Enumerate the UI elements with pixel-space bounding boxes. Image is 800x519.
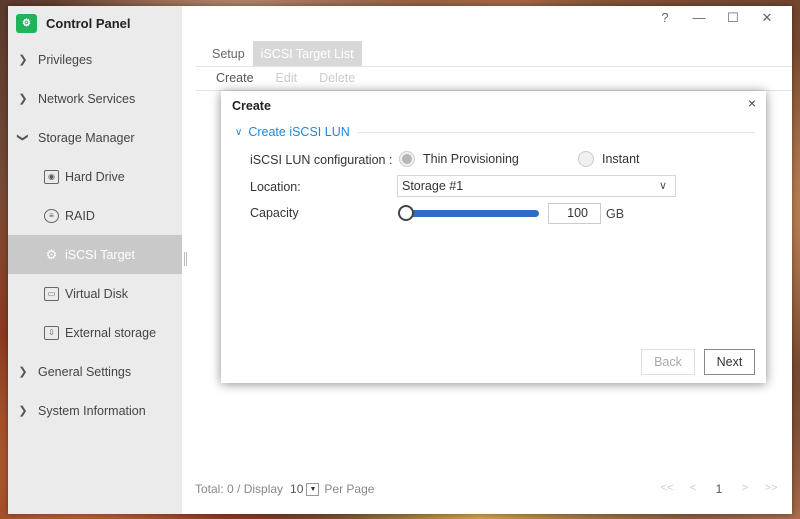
sidebar-item-network-services[interactable]: ❯ Network Services bbox=[8, 79, 182, 118]
section-create-iscsi-lun[interactable]: ∨ Create iSCSI LUN bbox=[235, 125, 755, 139]
iscsi-icon: ⚙ bbox=[45, 246, 58, 262]
radio-thin-provisioning[interactable]: Thin Provisioning bbox=[399, 151, 519, 167]
dialog-title: Create bbox=[232, 99, 271, 113]
close-button[interactable]: ✕ bbox=[750, 10, 784, 26]
per-page-select[interactable]: 10 ▼ bbox=[290, 482, 320, 496]
create-dialog: Create × ∨ Create iSCSI LUN iSCSI LUN co… bbox=[221, 91, 766, 383]
prev-page-button[interactable]: < bbox=[680, 482, 706, 496]
sidebar-item-hard-drive[interactable]: ◉ Hard Drive bbox=[8, 157, 182, 196]
sidebar-item-virtual-disk[interactable]: ▭ Virtual Disk bbox=[8, 274, 182, 313]
sidebar-item-label: Hard Drive bbox=[65, 169, 125, 184]
help-button[interactable]: ? bbox=[648, 10, 682, 26]
maximize-button[interactable]: ☐ bbox=[716, 10, 750, 26]
window-controls: ? — ☐ ✕ bbox=[648, 10, 784, 26]
sidebar-splitter-handle[interactable] bbox=[184, 252, 187, 266]
sidebar-item-general-settings[interactable]: ❯ General Settings bbox=[8, 352, 182, 391]
hard-drive-icon: ◉ bbox=[44, 169, 59, 184]
per-page-value: 10 bbox=[290, 482, 304, 496]
edit-button[interactable]: Edit bbox=[276, 71, 298, 85]
raid-icon: ≡ bbox=[44, 208, 59, 223]
total-count: Total: 0 / Display bbox=[195, 482, 284, 496]
tab-iscsi-target-list[interactable]: iSCSI Target List bbox=[252, 41, 362, 67]
pagination: << < 1 > >> bbox=[654, 482, 784, 496]
tab-setup[interactable]: Setup bbox=[204, 41, 253, 67]
sidebar-item-label: Storage Manager bbox=[38, 130, 135, 145]
control-panel-icon: ⚙ bbox=[16, 13, 37, 33]
virtual-disk-icon: ▭ bbox=[44, 286, 59, 301]
chevron-down-icon: ▼ bbox=[306, 482, 320, 496]
sidebar-item-label: Privileges bbox=[38, 52, 93, 67]
chevron-right-icon: ❯ bbox=[18, 93, 28, 105]
config-label: iSCSI LUN configuration : bbox=[250, 153, 393, 167]
radio-instant[interactable]: Instant bbox=[578, 151, 640, 167]
minimize-button[interactable]: — bbox=[682, 10, 716, 26]
per-page-label: Per Page bbox=[324, 482, 375, 496]
delete-button[interactable]: Delete bbox=[319, 71, 355, 85]
sidebar-item-label: RAID bbox=[65, 208, 95, 223]
sidebar-item-label: Network Services bbox=[38, 91, 136, 106]
capacity-slider-handle[interactable] bbox=[398, 205, 414, 221]
dialog-close-icon[interactable]: × bbox=[748, 95, 756, 111]
chevron-right-icon: ❯ bbox=[18, 54, 28, 66]
sidebar-item-label: General Settings bbox=[38, 364, 132, 379]
location-value: Storage #1 bbox=[402, 179, 464, 193]
location-label: Location: bbox=[250, 180, 301, 194]
radio-selected-icon bbox=[399, 151, 415, 167]
tab-divider bbox=[196, 66, 792, 67]
sidebar-item-system-information[interactable]: ❯ System Information bbox=[8, 391, 182, 430]
capacity-unit: GB bbox=[606, 207, 625, 221]
app-title-text: Control Panel bbox=[46, 15, 131, 31]
last-page-button[interactable]: >> bbox=[758, 482, 784, 496]
capacity-label: Capacity bbox=[250, 206, 299, 220]
app-title: ⚙ Control Panel bbox=[8, 6, 182, 40]
first-page-button[interactable]: << bbox=[654, 482, 680, 496]
tab-bar: Setup iSCSI Target List bbox=[204, 41, 362, 67]
sidebar-item-raid[interactable]: ≡ RAID bbox=[8, 196, 182, 235]
sidebar-item-label: Virtual Disk bbox=[65, 286, 128, 301]
sidebar-item-label: System Information bbox=[38, 403, 146, 418]
capacity-input[interactable]: 100 bbox=[548, 203, 601, 224]
back-button[interactable]: Back bbox=[641, 349, 695, 375]
chevron-down-icon: ❯ bbox=[16, 132, 29, 143]
location-select[interactable]: Storage #1 ∨ bbox=[397, 175, 676, 197]
sidebar-item-label: External storage bbox=[65, 325, 157, 340]
next-page-button[interactable]: > bbox=[732, 482, 758, 496]
section-title: Create iSCSI LUN bbox=[248, 125, 350, 139]
toolbar: Create Edit Delete bbox=[216, 71, 355, 85]
sidebar-item-iscsi-target[interactable]: ⚙ iSCSI Target bbox=[8, 235, 182, 274]
chevron-down-icon: ∨ bbox=[235, 126, 243, 138]
create-button[interactable]: Create bbox=[216, 71, 254, 85]
radio-unselected-icon bbox=[578, 151, 594, 167]
sidebar-item-storage-manager[interactable]: ❯ Storage Manager bbox=[8, 118, 182, 157]
chevron-right-icon: ❯ bbox=[18, 366, 28, 378]
section-divider bbox=[357, 131, 755, 133]
sidebar-item-privileges[interactable]: ❯ Privileges bbox=[8, 40, 182, 79]
next-button[interactable]: Next bbox=[704, 349, 755, 375]
external-storage-icon: ⇩ bbox=[44, 325, 59, 340]
list-footer: Total: 0 / Display 10 ▼ Per Page bbox=[195, 482, 374, 496]
radio-label: Instant bbox=[602, 152, 640, 166]
sidebar-item-external-storage[interactable]: ⇩ External storage bbox=[8, 313, 182, 352]
chevron-right-icon: ❯ bbox=[18, 405, 28, 417]
sidebar-item-label: iSCSI Target bbox=[65, 247, 135, 262]
current-page[interactable]: 1 bbox=[706, 482, 732, 496]
chevron-down-icon: ∨ bbox=[658, 180, 667, 192]
radio-label: Thin Provisioning bbox=[423, 152, 519, 166]
sidebar: ⚙ Control Panel ❯ Privileges ❯ Network S… bbox=[8, 6, 182, 514]
capacity-slider-track[interactable] bbox=[402, 210, 539, 217]
